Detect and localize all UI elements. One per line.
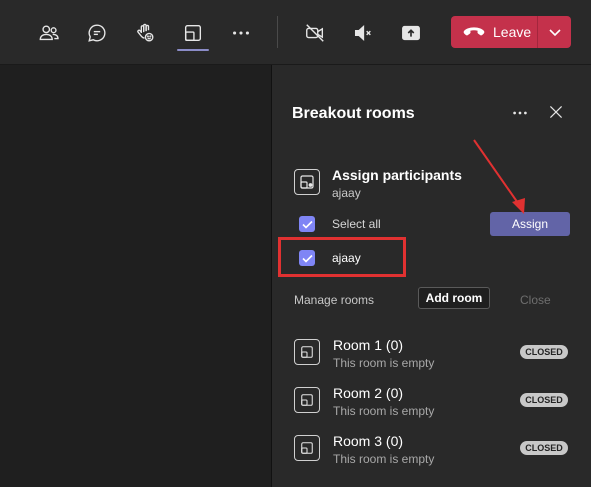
select-all-label: Select all (332, 217, 381, 231)
mute-icon[interactable] (348, 18, 378, 48)
add-room-button[interactable]: Add room (418, 287, 490, 309)
room-name: Room 3 (0) (333, 433, 404, 449)
checkmark-icon (301, 220, 313, 229)
camera-off-icon[interactable] (300, 18, 330, 48)
status-badge: CLOSED (520, 441, 568, 455)
leave-button-group: Leave (451, 16, 571, 48)
select-all-checkbox[interactable] (299, 216, 315, 232)
room-item[interactable]: Room 3 (0) This room is empty CLOSED (272, 429, 591, 473)
room-icon (294, 435, 320, 461)
share-screen-icon[interactable] (396, 18, 426, 48)
room-name: Room 2 (0) (333, 385, 404, 401)
manage-rooms-label: Manage rooms (294, 293, 375, 307)
leave-button[interactable]: Leave (451, 16, 537, 48)
leave-options-button[interactable] (538, 16, 571, 48)
status-badge: CLOSED (520, 345, 568, 359)
breakout-rooms-icon[interactable] (178, 18, 208, 48)
panel-title: Breakout rooms (292, 105, 415, 122)
room-name: Room 1 (0) (333, 337, 404, 353)
room-icon (294, 339, 320, 365)
close-icon[interactable] (546, 102, 566, 122)
assign-button[interactable]: Assign (490, 212, 570, 236)
meeting-toolbar: Leave (0, 0, 591, 65)
participant-name: ajaay (332, 251, 361, 265)
room-status: This room is empty (333, 404, 435, 418)
room-icon (294, 387, 320, 413)
room-item[interactable]: Room 1 (0) This room is empty CLOSED (272, 333, 591, 377)
assign-participants-title: Assign participants (332, 167, 462, 183)
breakout-rooms-panel: Breakout rooms Assign participants ajaay… (271, 65, 591, 487)
participant-checkbox[interactable] (299, 250, 315, 266)
phone-hangup-icon (463, 27, 485, 36)
video-stage (0, 65, 270, 487)
toolbar-divider (277, 16, 278, 48)
chat-icon[interactable] (82, 18, 112, 48)
leave-label: Leave (493, 24, 532, 40)
status-badge: CLOSED (520, 393, 568, 407)
close-rooms-button[interactable]: Close (520, 293, 551, 307)
room-status: This room is empty (333, 452, 435, 466)
assign-participants-subtitle: ajaay (332, 186, 361, 200)
active-tab-indicator (177, 49, 209, 51)
room-item[interactable]: Room 2 (0) This room is empty CLOSED (272, 381, 591, 425)
chevron-down-icon (548, 29, 561, 37)
assign-participants-icon (294, 169, 320, 195)
more-actions-icon[interactable] (226, 18, 256, 48)
checkmark-icon (301, 254, 313, 263)
panel-more-options-icon[interactable] (510, 103, 530, 123)
people-icon[interactable] (34, 18, 64, 48)
room-status: This room is empty (333, 356, 435, 370)
raise-hand-icon[interactable] (130, 18, 160, 48)
